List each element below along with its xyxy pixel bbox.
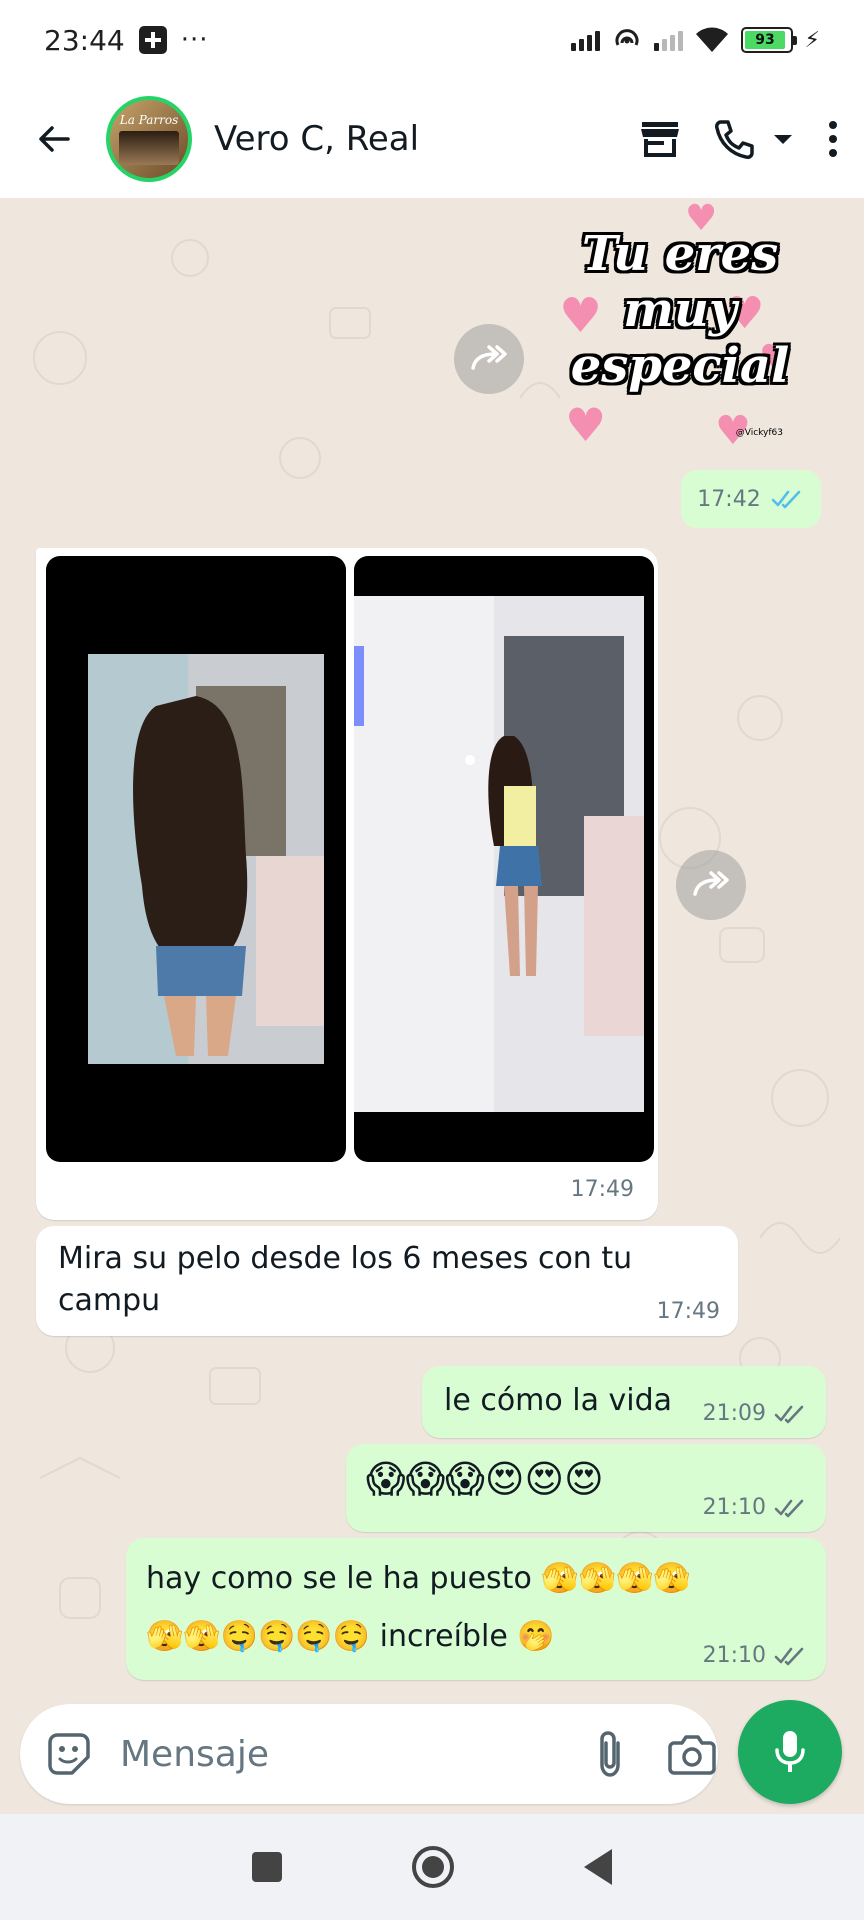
double-check-icon bbox=[774, 1405, 804, 1423]
avatar[interactable]: La Parros bbox=[106, 96, 192, 182]
charging-icon: ⚡ bbox=[804, 27, 820, 53]
message-text: 😱😱😱😍😍😍 bbox=[366, 1457, 604, 1501]
message-meta: 21:09 bbox=[703, 1401, 808, 1426]
message-meta: 17:49 bbox=[657, 1299, 720, 1324]
message-time: 17:49 bbox=[570, 1177, 634, 1202]
message-meta: 21:10 bbox=[703, 1643, 808, 1668]
status-right-icons: 93 ⚡ bbox=[570, 25, 820, 55]
message-time: 21:10 bbox=[702, 1495, 766, 1520]
message-text: Mira su pelo desde los 6 meses con tu ca… bbox=[58, 1241, 633, 1318]
outgoing-text-message[interactable]: le cómo la vida 21:09 bbox=[422, 1366, 826, 1438]
sticker-button[interactable] bbox=[46, 1731, 92, 1777]
wifi-icon bbox=[695, 27, 728, 52]
hotspot-icon bbox=[615, 29, 639, 46]
message-input[interactable] bbox=[120, 1733, 568, 1775]
store-icon bbox=[641, 122, 679, 157]
more-dots-icon: ··· bbox=[180, 25, 209, 55]
sticker-meta: 17:42 bbox=[681, 470, 821, 528]
contact-name[interactable]: Vero C, Real bbox=[214, 119, 419, 159]
outgoing-emoji-message[interactable]: 😱😱😱😍😍😍 21:10 bbox=[346, 1444, 826, 1532]
photo-thumbnail[interactable] bbox=[46, 556, 346, 1162]
signal-icon bbox=[653, 29, 683, 51]
double-check-read-icon bbox=[771, 490, 801, 509]
back-button[interactable] bbox=[24, 109, 84, 169]
double-check-icon bbox=[774, 1647, 804, 1665]
photo-thumbnail[interactable] bbox=[354, 556, 654, 1162]
camera-button[interactable] bbox=[668, 1733, 716, 1775]
forward-button[interactable] bbox=[676, 850, 746, 920]
avatar-photo bbox=[119, 131, 179, 165]
battery-icon: 93 bbox=[740, 27, 797, 53]
status-time: 23:44 bbox=[44, 23, 125, 57]
signal-icon bbox=[570, 29, 600, 51]
sticker-line: Tu eres bbox=[581, 226, 779, 282]
more-options-button[interactable] bbox=[826, 119, 840, 159]
home-button[interactable] bbox=[412, 1846, 454, 1888]
battery-level: 93 bbox=[744, 31, 786, 49]
call-button[interactable] bbox=[712, 117, 796, 161]
message-composer bbox=[20, 1704, 718, 1804]
double-check-icon bbox=[774, 1499, 804, 1517]
chevron-down-icon bbox=[774, 135, 792, 144]
chat-area[interactable]: ♥ ♥ ♥ ♥ ♥ ♥ Tu eres muy especial @Vickyf… bbox=[0, 198, 864, 1708]
paperclip-icon bbox=[600, 1731, 620, 1777]
forward-icon bbox=[693, 871, 729, 896]
status-notifications: ··· bbox=[138, 25, 209, 55]
message-time: 21:09 bbox=[702, 1401, 766, 1426]
attach-button[interactable] bbox=[594, 1729, 628, 1779]
forward-icon bbox=[471, 345, 507, 370]
incoming-text-message[interactable]: Mira su pelo desde los 6 meses con tu ca… bbox=[36, 1226, 738, 1336]
sticker-text: Tu eres muy especial bbox=[555, 226, 805, 394]
more-vert-icon bbox=[829, 121, 837, 157]
status-bar: 23:44 ··· 93 ⚡ bbox=[0, 0, 864, 80]
plus-box-icon bbox=[138, 26, 167, 54]
sticker-line: muy bbox=[623, 282, 737, 338]
photo-album-message[interactable]: 17:49 bbox=[36, 548, 658, 1220]
back-nav-button[interactable] bbox=[584, 1849, 612, 1885]
outgoing-text-message[interactable]: hay como se le ha puesto 🫣🫣🫣🫣 🫣🫣🤤🤤🤤🤤 inc… bbox=[126, 1538, 826, 1680]
voice-record-button[interactable] bbox=[738, 1700, 842, 1804]
message-time: 17:42 bbox=[697, 486, 761, 512]
sticker-message[interactable]: ♥ ♥ ♥ ♥ ♥ ♥ Tu eres muy especial @Vickyf… bbox=[555, 198, 805, 468]
chat-header: La Parros Vero C, Real bbox=[0, 80, 864, 198]
message-text-line: hay como se le ha puesto 🫣🫣🫣🫣 bbox=[146, 1561, 691, 1596]
camera-icon bbox=[668, 1735, 716, 1775]
forward-button[interactable] bbox=[454, 324, 524, 394]
sticker-icon bbox=[48, 1733, 90, 1775]
sticker-credit: @Vickyf63 bbox=[735, 428, 783, 438]
home-icon bbox=[422, 1856, 444, 1878]
recents-button[interactable] bbox=[252, 1852, 282, 1882]
store-button[interactable] bbox=[638, 119, 682, 159]
heart-icon: ♥ bbox=[565, 398, 607, 452]
phone-icon bbox=[715, 120, 754, 159]
system-nav-bar bbox=[0, 1814, 864, 1920]
message-meta: 21:10 bbox=[703, 1495, 808, 1520]
message-time: 21:10 bbox=[702, 1643, 766, 1668]
avatar-logo: La Parros bbox=[119, 113, 179, 127]
sticker-line: especial bbox=[570, 338, 790, 394]
back-arrow-icon bbox=[39, 126, 70, 152]
header-actions bbox=[638, 117, 840, 161]
microphone-icon bbox=[775, 1731, 805, 1772]
message-time: 17:49 bbox=[656, 1299, 720, 1324]
